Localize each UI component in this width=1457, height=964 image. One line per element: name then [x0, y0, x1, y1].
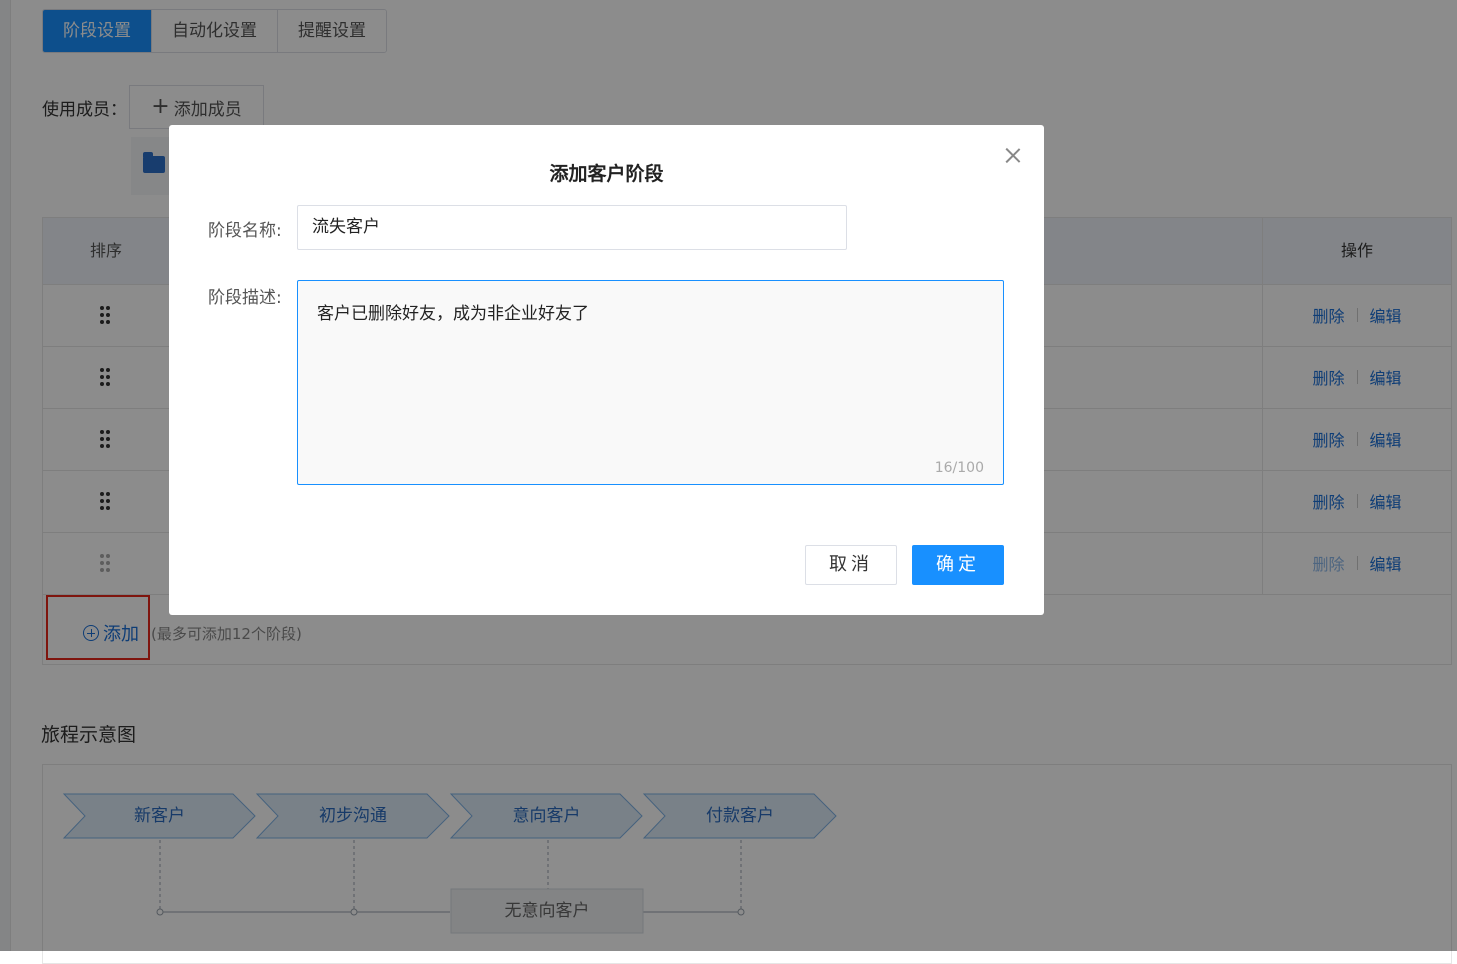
stage-desc-label: 阶段描述:: [208, 288, 282, 308]
stage-desc-textarea[interactable]: 客户已删除好友，成为非企业好友了 16/100: [297, 280, 1004, 485]
dialog-title: 添加客户阶段: [549, 163, 664, 185]
stage-desc-text: 客户已删除好友，成为非企业好友了: [317, 304, 589, 324]
stage-name-input[interactable]: 流失客户: [297, 205, 847, 250]
close-icon[interactable]: [1003, 145, 1023, 165]
confirm-button[interactable]: 确定: [912, 545, 1004, 585]
cancel-button[interactable]: 取消: [805, 545, 897, 585]
char-counter: 16/100: [934, 460, 984, 476]
stage-name-label: 阶段名称:: [208, 221, 282, 241]
add-stage-dialog: 添加客户阶段 阶段名称: 流失客户 阶段描述: 客户已删除好友，成为非企业好友了…: [169, 125, 1044, 615]
